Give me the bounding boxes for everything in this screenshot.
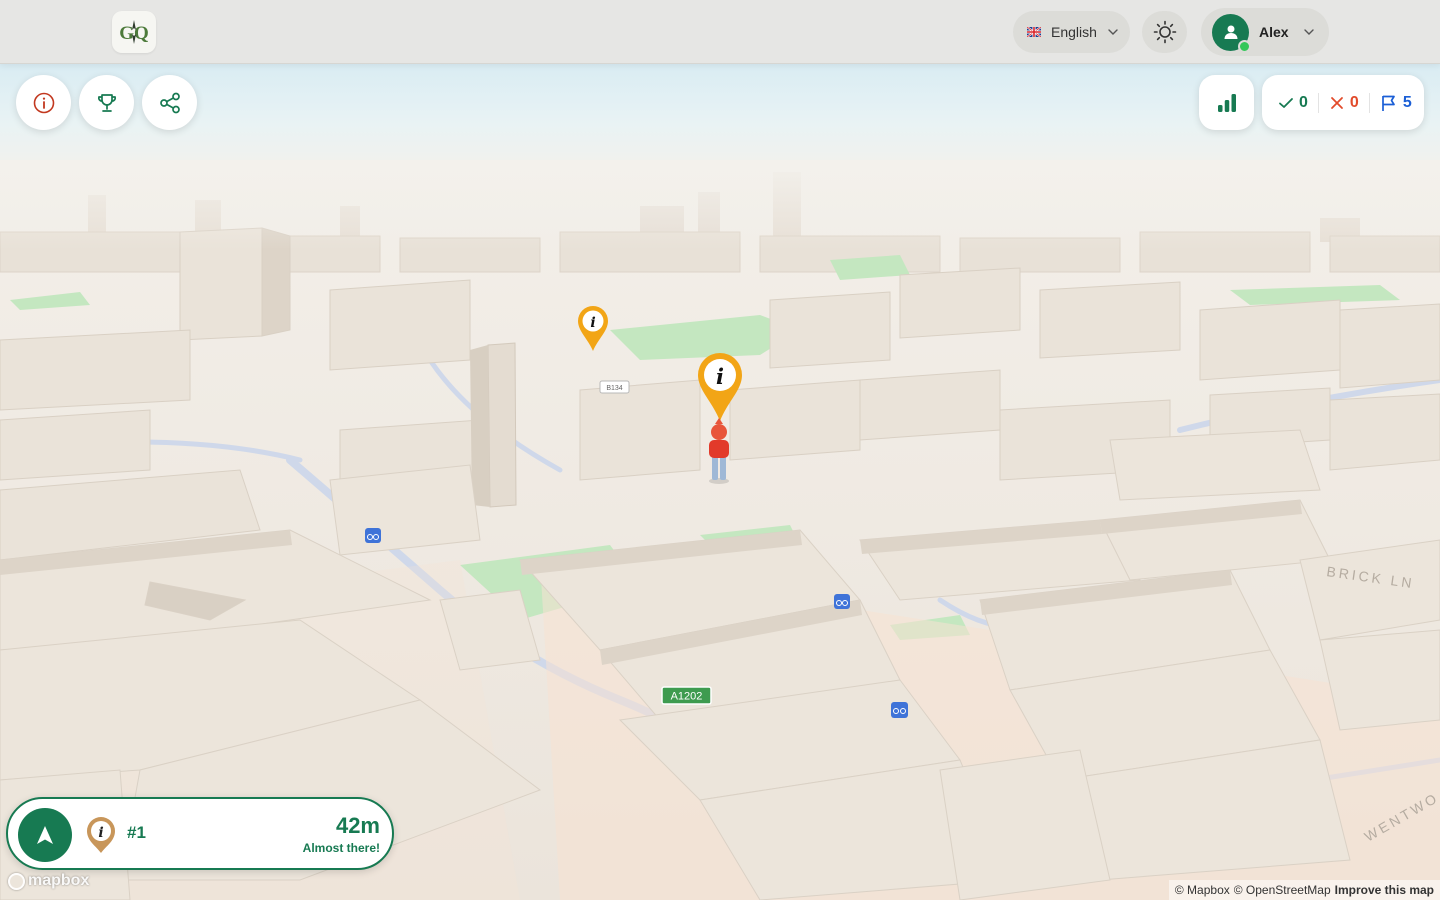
svg-text:A1202: A1202 — [671, 691, 703, 703]
navigate-button[interactable] — [18, 808, 72, 862]
divider — [1317, 92, 1319, 113]
target-distance: 42m — [335, 813, 380, 838]
wrong-value: 0 — [1349, 93, 1359, 111]
cross-icon — [1331, 96, 1343, 109]
correct-count: 0 — [1278, 94, 1308, 112]
theme-toggle-button[interactable] — [1142, 11, 1187, 53]
road-shield-b134: B134 — [599, 380, 630, 394]
leaderboard-button[interactable] — [79, 75, 134, 130]
mapbox-mark-icon — [8, 872, 25, 890]
svg-text:i: i — [590, 315, 595, 331]
flag-icon — [1381, 95, 1395, 111]
top-bar: GQ English Alex — [0, 0, 1440, 64]
online-status-dot — [1238, 39, 1251, 53]
stats-button[interactable] — [1199, 75, 1254, 130]
bike-station-icon — [891, 702, 908, 718]
user-icon — [1224, 25, 1237, 39]
info-pin-icon: i — [87, 817, 115, 853]
language-selector[interactable]: English — [1013, 11, 1130, 53]
flags-count: 5 — [1380, 94, 1412, 112]
mapbox-attribution-link[interactable]: © Mapbox — [1175, 883, 1230, 900]
user-menu[interactable]: Alex — [1201, 8, 1329, 56]
sun-icon — [1153, 20, 1176, 44]
improve-map-link[interactable]: Improve this map — [1335, 883, 1434, 900]
score-panel: 0 0 5 — [1262, 75, 1424, 130]
mapbox-logo[interactable]: mapbox — [8, 872, 89, 890]
wrong-count: 0 — [1329, 94, 1359, 112]
uk-flag-icon — [1027, 27, 1041, 37]
share-icon — [159, 92, 180, 113]
svg-text:i: i — [98, 825, 103, 841]
svg-text:i: i — [716, 364, 724, 389]
chevron-down-icon — [1108, 29, 1118, 35]
navigation-card[interactable]: i #1 42m Almost there! — [6, 797, 394, 870]
osm-attribution-link[interactable]: © OpenStreetMap — [1234, 883, 1331, 900]
language-label: English — [1051, 24, 1097, 40]
bar-chart-icon — [1217, 93, 1236, 112]
correct-value: 0 — [1299, 93, 1308, 111]
avatar — [1212, 13, 1251, 53]
map-attribution: © Mapbox © OpenStreetMap Improve this ma… — [1168, 880, 1440, 900]
app-logo[interactable]: GQ — [112, 11, 156, 53]
divider — [1368, 92, 1370, 113]
road-shield-a1202: A1202 — [661, 686, 712, 705]
flags-value: 5 — [1402, 93, 1412, 111]
bike-station-icon — [834, 594, 850, 609]
target-rank: #1 — [127, 823, 146, 842]
navigation-arrow-icon — [37, 826, 53, 844]
svg-text:B134: B134 — [606, 385, 622, 392]
trophy-icon — [97, 93, 116, 112]
share-button[interactable] — [142, 75, 197, 130]
user-name: Alex — [1259, 24, 1289, 40]
chevron-down-icon — [1303, 29, 1314, 35]
info-icon — [33, 92, 54, 113]
city-map[interactable]: B134 A1202 BRICK LN WENTWO i i — [0, 0, 1440, 900]
info-button[interactable] — [16, 75, 71, 130]
bike-station-icon — [365, 528, 381, 543]
check-icon — [1279, 97, 1293, 108]
target-status: Almost there! — [302, 841, 380, 855]
mapbox-logo-text: mapbox — [28, 872, 90, 889]
